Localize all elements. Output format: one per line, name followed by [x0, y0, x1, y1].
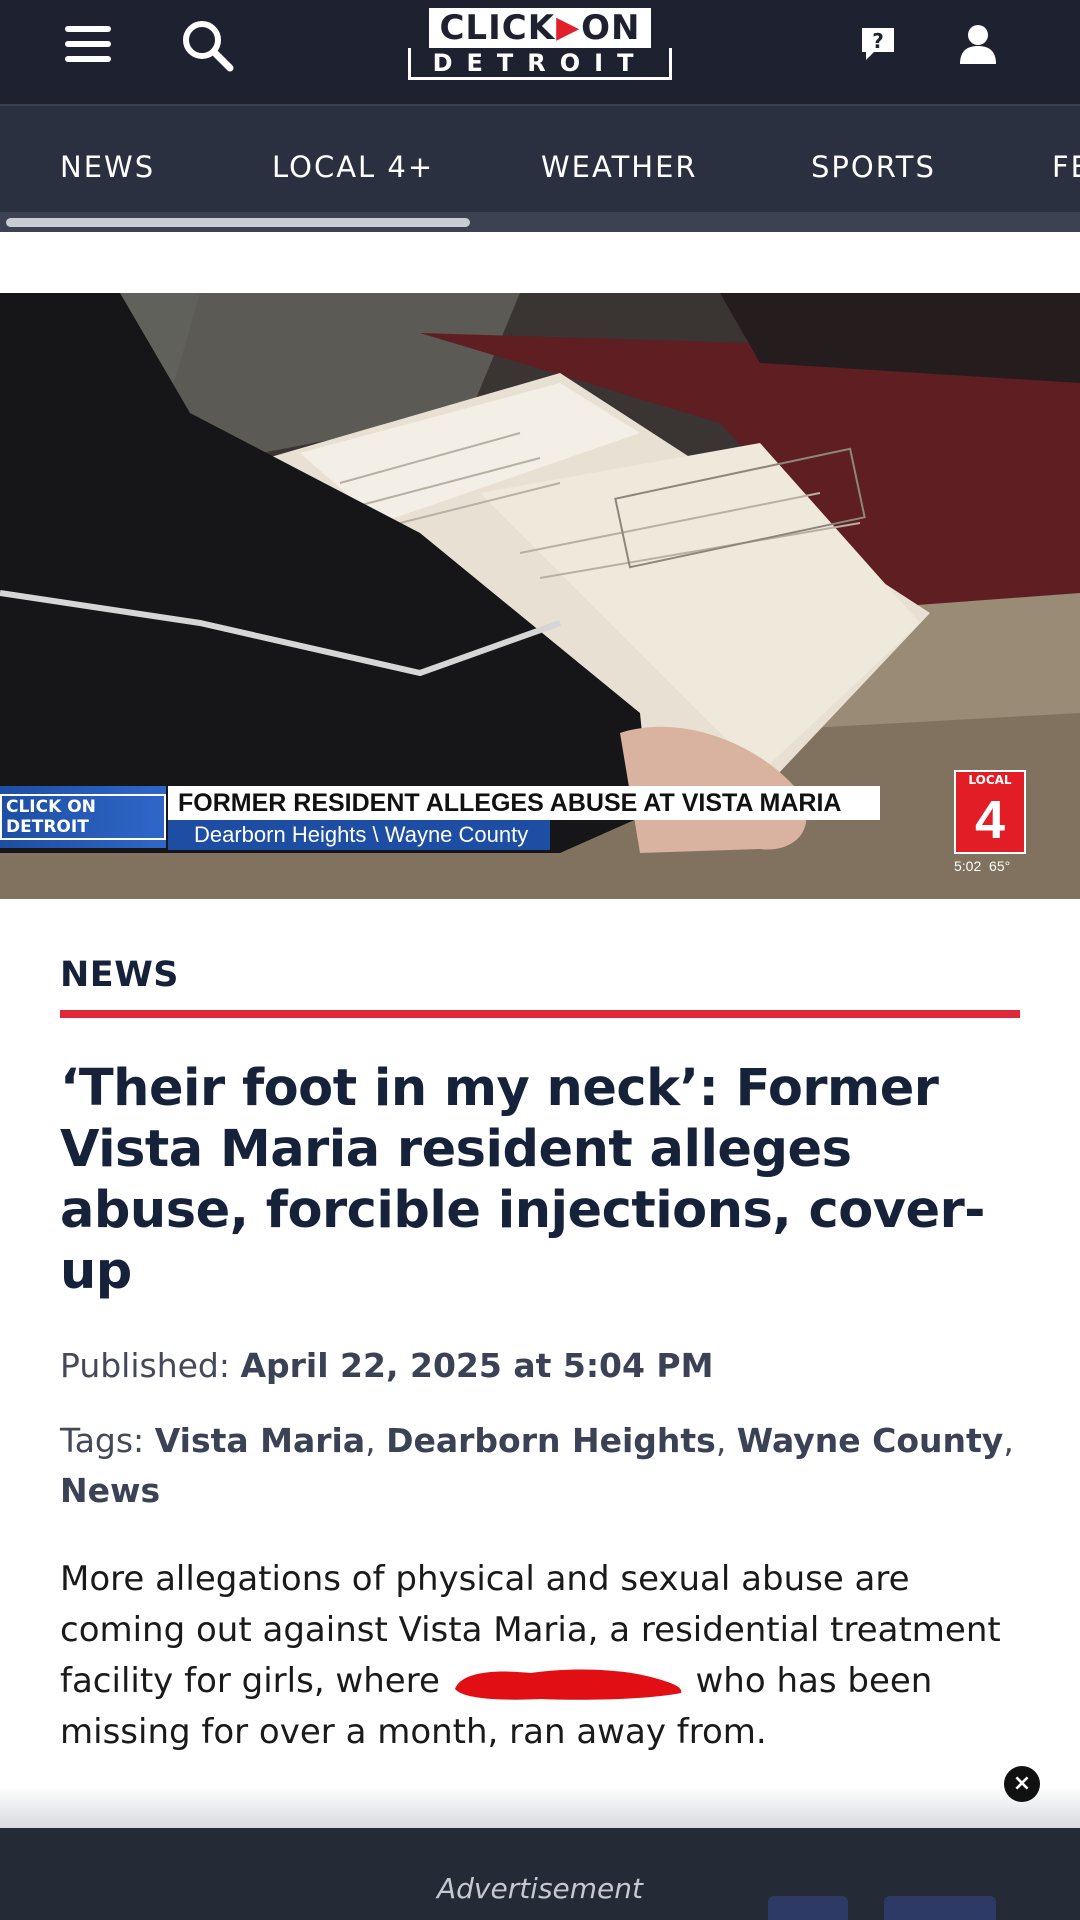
nav-scrollbar-thumb[interactable]	[6, 218, 470, 227]
nav-item-news[interactable]: NEWS	[60, 150, 155, 184]
tags-label: Tags:	[60, 1421, 145, 1460]
nav-item-local4[interactable]: LOCAL 4+	[272, 150, 434, 184]
user-icon[interactable]	[952, 18, 1004, 70]
article-tags: Tags: Vista Maria, Dearborn Heights, Way…	[60, 1421, 1014, 1510]
tag-link[interactable]: Vista Maria	[155, 1421, 365, 1460]
logo-wordmark-top: CLICK ▶ ON	[429, 8, 651, 48]
ad-shadow	[0, 1786, 1080, 1828]
top-header: CLICK ▶ ON DETROIT ?	[0, 0, 1080, 106]
tag-link[interactable]: Dearborn Heights	[386, 1421, 716, 1460]
published-date: Published: April 22, 2025 at 5:04 PM	[60, 1346, 714, 1385]
chat-help-icon[interactable]: ?	[852, 18, 904, 70]
station-bug-label: LOCAL	[954, 770, 1026, 788]
video-time: 5:02	[954, 858, 982, 874]
logo-wordmark-bottom: DETROIT	[408, 48, 672, 80]
lower-third-location: Dearborn Heights \ Wayne County	[168, 820, 550, 850]
close-ad-icon[interactable]: ×	[1004, 1766, 1040, 1802]
video-lower-third: CLICK ON DETROIT FORMER RESIDENT ALLEGES…	[0, 784, 1080, 856]
nav-item-sports[interactable]: SPORTS	[811, 150, 936, 184]
lower-third-logo: CLICK ON DETROIT	[0, 786, 166, 848]
tag-link[interactable]: Wayne County	[737, 1421, 1004, 1460]
redaction-mark	[451, 1663, 685, 1703]
nav-item-features[interactable]: FE	[1052, 150, 1080, 184]
nav-item-weather[interactable]: WEATHER	[541, 150, 698, 184]
search-icon[interactable]	[176, 14, 240, 78]
section-nav: NEWS LOCAL 4+ WEATHER SPORTS FE	[0, 106, 1080, 212]
article-body-paragraph: More allegations of physical and sexual …	[60, 1559, 1001, 1752]
section-divider	[60, 1010, 1020, 1018]
tag-link[interactable]: News	[60, 1471, 160, 1510]
ad-creative-fragment[interactable]	[884, 1896, 996, 1920]
site-logo[interactable]: CLICK ▶ ON DETROIT	[408, 8, 672, 80]
video-temperature: 65°	[989, 858, 1011, 874]
nav-scrollbar[interactable]	[0, 212, 1080, 232]
svg-text:?: ?	[872, 29, 884, 53]
lower-third-headline: FORMER RESIDENT ALLEGES ABUSE AT VISTA M…	[168, 786, 880, 820]
menu-icon[interactable]	[60, 20, 116, 68]
local4-station-bug: LOCAL 4	[954, 770, 1026, 856]
published-value: April 22, 2025 at 5:04 PM	[240, 1346, 714, 1385]
article-headline: ‘Their foot in my neck’: Former Vista Ma…	[60, 1059, 985, 1301]
station-bug-number: 4	[954, 788, 1026, 854]
ad-creative-fragment[interactable]	[768, 1896, 848, 1920]
article-section-label[interactable]: NEWS	[60, 955, 179, 995]
video-time-temp: 5:02 65°	[954, 858, 1010, 874]
